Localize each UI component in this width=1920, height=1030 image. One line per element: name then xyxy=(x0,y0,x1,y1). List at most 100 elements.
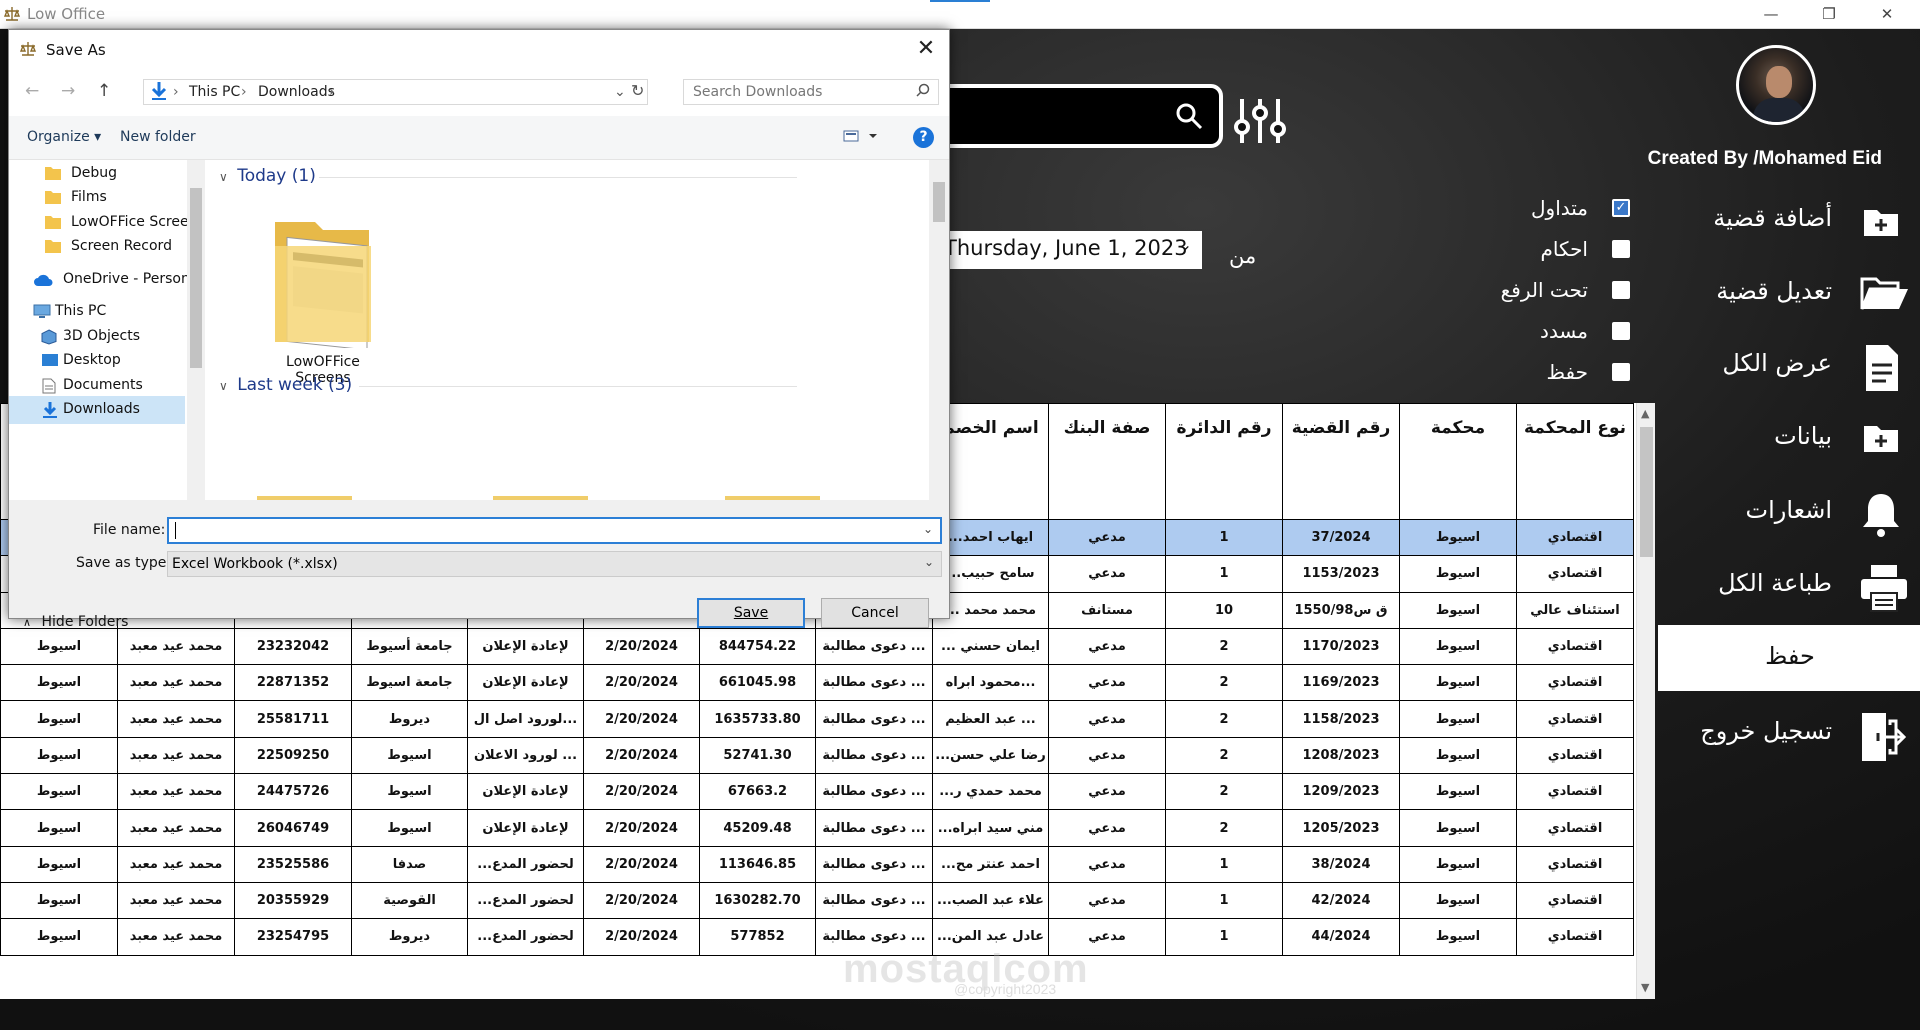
scroll-up-icon[interactable]: ▲ xyxy=(1641,407,1649,420)
table-cell[interactable]: ...علاء عبد الصب xyxy=(932,881,1049,920)
table-cell[interactable]: 2 xyxy=(1165,700,1283,738)
status-filter-under-filing[interactable]: تحت الرفع xyxy=(1480,277,1630,305)
table-cell[interactable]: دعوى مطالبة ... xyxy=(815,664,933,702)
address-field[interactable]: › This PC › Downloads › ⌄ ↻ xyxy=(143,79,648,105)
table-cell[interactable]: محمد عيد معبد xyxy=(117,845,235,883)
table-cell[interactable]: 44/2024 xyxy=(1282,918,1400,956)
nav-view-all[interactable]: عرض الكل xyxy=(1658,333,1920,399)
table-cell[interactable]: 1208/2023 xyxy=(1282,736,1400,775)
table-cell[interactable]: محمد عيد معبد xyxy=(117,736,235,775)
table-cell[interactable]: 23525586 xyxy=(234,845,352,883)
nav-logout[interactable]: تسجيل خروج xyxy=(1658,701,1920,767)
table-cell[interactable]: 22509250 xyxy=(234,736,352,775)
view-options-icon[interactable] xyxy=(843,129,879,147)
table-row[interactable]: اسيوط محمد عيد معبد 25581711 ديروط لورود اصل… xyxy=(0,700,1634,738)
content-scrollbar[interactable] xyxy=(929,160,949,500)
table-cell[interactable]: جامعة أسيوط xyxy=(351,627,468,666)
column-header[interactable]: رقم الدائرة xyxy=(1165,403,1283,520)
table-cell[interactable]: مدعي xyxy=(1048,809,1166,847)
table-cell[interactable]: 38/2024 xyxy=(1282,845,1400,883)
scroll-thumb[interactable] xyxy=(933,182,945,222)
table-cell[interactable]: ...لحضور المدع xyxy=(467,881,584,920)
nav-desktop[interactable]: Desktop xyxy=(9,347,189,375)
table-cell[interactable]: اقتصادي xyxy=(1516,664,1634,702)
table-cell[interactable]: 45209.48 xyxy=(699,809,816,847)
table-cell[interactable]: 23254795 xyxy=(234,918,352,956)
table-cell[interactable]: 1630282.70 xyxy=(699,881,816,920)
nav-downloads[interactable]: Downloads xyxy=(9,396,185,424)
table-cell[interactable]: مدعي xyxy=(1048,555,1166,593)
table-cell[interactable]: محمد عيد معبد xyxy=(117,773,235,811)
table-cell[interactable]: لورود الاعلان ... xyxy=(467,736,584,775)
table-cell[interactable]: اسيوط xyxy=(351,809,468,847)
table-cell[interactable]: 577852 xyxy=(699,918,816,956)
column-header[interactable]: نوع المحكمة xyxy=(1516,403,1634,520)
save-type-select[interactable]: Excel Workbook (*.xlsx) ⌄ xyxy=(167,551,942,577)
save-button[interactable]: Save xyxy=(697,598,805,628)
table-cell[interactable]: 26046749 xyxy=(234,809,352,847)
table-cell[interactable]: مستانف xyxy=(1048,591,1166,629)
table-cell[interactable]: اسيوط xyxy=(1399,845,1517,883)
table-cell[interactable]: 24475726 xyxy=(234,773,352,811)
table-cell[interactable]: ...لحضور المدع xyxy=(467,918,584,956)
table-cell[interactable]: مدعي xyxy=(1048,773,1166,811)
table-cell[interactable]: ... ايمان حسني xyxy=(932,627,1049,666)
column-header[interactable]: صفة البنك xyxy=(1048,403,1166,520)
table-cell[interactable]: اسيوط xyxy=(0,845,118,883)
table-cell[interactable]: مدعي xyxy=(1048,700,1166,738)
file-name-input[interactable]: ⌄ xyxy=(167,517,942,544)
scroll-thumb[interactable] xyxy=(190,188,202,368)
table-cell[interactable]: اسيوط xyxy=(1399,809,1517,847)
table-cell[interactable]: اقتصادي xyxy=(1516,845,1634,883)
table-cell[interactable]: 22871352 xyxy=(234,664,352,702)
table-cell[interactable]: اقتصادي xyxy=(1516,881,1634,920)
nav-add-case[interactable]: أضافة قضية xyxy=(1658,188,1920,254)
table-cell[interactable]: 42/2024 xyxy=(1282,881,1400,920)
nav-notifications[interactable]: اشعارات xyxy=(1658,480,1920,546)
table-cell[interactable]: 113646.85 xyxy=(699,845,816,883)
status-checkbox[interactable] xyxy=(1612,363,1630,381)
chevron-down-icon[interactable]: ⌄ xyxy=(923,522,933,536)
table-cell[interactable]: اقتصادي xyxy=(1516,809,1634,847)
table-cell[interactable]: 52741.30 xyxy=(699,736,816,775)
table-cell[interactable]: 2/20/2024 xyxy=(583,881,700,920)
table-cell[interactable]: لإعادة الإعلان xyxy=(467,664,584,702)
table-cell[interactable]: 1158/2023 xyxy=(1282,700,1400,738)
table-cell[interactable]: اقتصادي xyxy=(1516,773,1634,811)
table-row[interactable]: اسيوط محمد عيد معبد 23232042 جامعة أسيوط لإع… xyxy=(0,627,1634,666)
status-checkbox[interactable] xyxy=(1612,240,1630,258)
table-cell[interactable]: 844754.22 xyxy=(699,627,816,666)
table-cell[interactable]: اسيوط xyxy=(0,627,118,666)
nav-edit-case[interactable]: تعديل قضية xyxy=(1658,261,1920,327)
table-cell[interactable]: صدفا xyxy=(351,845,468,883)
table-cell[interactable]: اسيوط xyxy=(1399,664,1517,702)
table-cell[interactable]: استئناف عالي xyxy=(1516,591,1634,629)
status-checkbox[interactable]: ✓ xyxy=(1612,199,1630,217)
table-cell[interactable]: اقتصادي xyxy=(1516,518,1634,557)
table-cell[interactable]: اسيوط xyxy=(1399,918,1517,956)
table-cell[interactable]: مدعي xyxy=(1048,736,1166,775)
table-cell[interactable]: عبد العظيم ... xyxy=(932,700,1049,738)
table-cell[interactable]: محمد عيد معبد xyxy=(117,627,235,666)
table-cell[interactable]: مدعي xyxy=(1048,664,1166,702)
table-cell[interactable]: اسيوط xyxy=(0,809,118,847)
status-filter-archived[interactable]: حفظ xyxy=(1480,359,1630,387)
table-cell[interactable]: اسيوط xyxy=(0,664,118,702)
table-cell[interactable]: اسيوط xyxy=(0,881,118,920)
table-cell[interactable]: 25581711 xyxy=(234,700,352,738)
status-filter-paid[interactable]: مسدد xyxy=(1480,318,1630,346)
search-icon[interactable] xyxy=(916,83,930,101)
refresh-icon[interactable]: ↻ xyxy=(631,81,644,100)
nav-onedrive[interactable]: OneDrive - Personal xyxy=(9,266,189,294)
search-icon[interactable] xyxy=(1175,102,1203,130)
table-cell[interactable]: ...احمد عنتر مح xyxy=(932,845,1049,883)
table-cell[interactable]: ديروط xyxy=(351,700,468,738)
table-cell[interactable]: اسيوط xyxy=(1399,700,1517,738)
table-cell[interactable]: ...مني سيد ابراه xyxy=(932,809,1049,847)
table-cell[interactable]: اسيوط xyxy=(0,700,118,738)
hide-folders-toggle[interactable]: ∧ Hide Folders xyxy=(23,614,128,630)
table-cell[interactable]: اسيوط xyxy=(1399,773,1517,811)
table-scrollbar[interactable]: ▲ ▼ xyxy=(1636,403,1655,999)
table-cell[interactable]: اسيوط xyxy=(1399,736,1517,775)
filter-sliders-icon[interactable] xyxy=(1232,95,1288,147)
